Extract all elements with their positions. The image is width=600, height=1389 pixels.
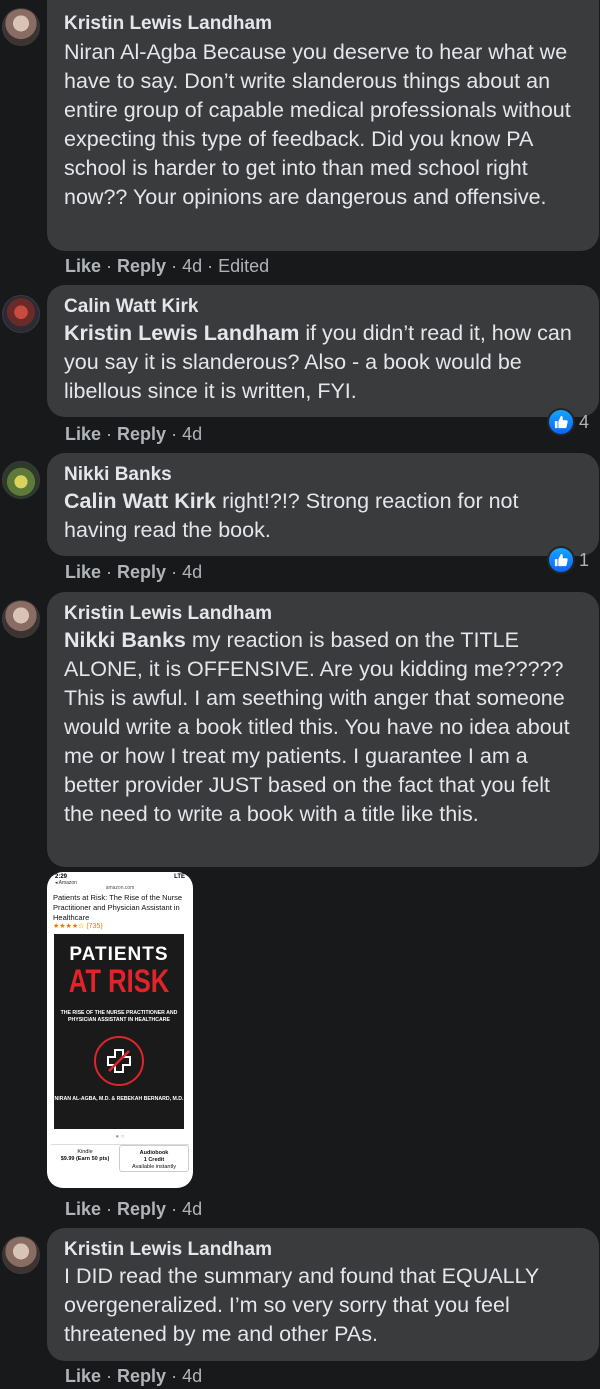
comment-text: I DID read the summary and found that EQ… bbox=[64, 1264, 539, 1346]
browser-url: amazon.com bbox=[105, 885, 135, 891]
comment-author[interactable]: Kristin Lewis Landham bbox=[64, 12, 583, 36]
product-rating: ★★★★☆ (735) bbox=[53, 923, 103, 930]
cover-subtitle: THE RISE OF THE NURSE PRACTITIONER AND P… bbox=[60, 1010, 178, 1023]
avatar[interactable] bbox=[2, 1236, 40, 1274]
reaction-count: 4 bbox=[579, 411, 590, 432]
mention-link[interactable]: Calin Watt Kirk bbox=[64, 489, 216, 513]
cover-title-line2: AT RISK bbox=[68, 963, 170, 999]
comment-time[interactable]: 4d bbox=[182, 1366, 202, 1386]
like-button[interactable]: Like bbox=[65, 562, 101, 582]
comment-time[interactable]: 4d bbox=[182, 256, 202, 276]
comment-bubble: Calin Watt Kirk Kristin Lewis Landham if… bbox=[47, 285, 599, 417]
comment-bubble: Kristin Lewis Landham I DID read the sum… bbox=[47, 1228, 599, 1361]
format-audiobook: Audiobook 1 Credit Available instantly bbox=[119, 1145, 189, 1172]
format-kindle: Kindle $9.99 (Earn 50 pts) bbox=[60, 1149, 110, 1162]
avatar[interactable] bbox=[2, 295, 40, 333]
comment-author[interactable]: Calin Watt Kirk bbox=[64, 295, 583, 319]
comment-time[interactable]: 4d bbox=[182, 424, 202, 444]
comment-time[interactable]: 4d bbox=[182, 562, 202, 582]
reply-button[interactable]: Reply bbox=[117, 256, 166, 276]
comment-text: Calin Watt Kirk right!?!? Strong reactio… bbox=[64, 489, 519, 542]
like-button[interactable]: Like bbox=[65, 424, 101, 444]
like-button[interactable]: Like bbox=[65, 1199, 101, 1219]
comment-text: Niran Al-Agba Because you deserve to hea… bbox=[64, 40, 571, 209]
thumbs-up-icon bbox=[547, 546, 575, 574]
comment-bubble: Kristin Lewis Landham Niran Al-Agba Beca… bbox=[47, 0, 599, 251]
avatar[interactable] bbox=[2, 461, 40, 499]
comment-actions: Like · Reply · 4d · Edited bbox=[65, 256, 270, 276]
comment-text: Nikki Banks my reaction is based on the … bbox=[64, 628, 570, 826]
reply-button[interactable]: Reply bbox=[117, 424, 166, 444]
reply-button[interactable]: Reply bbox=[117, 562, 166, 582]
thumbs-up-icon bbox=[547, 408, 575, 436]
mention-link[interactable]: Nikki Banks bbox=[64, 628, 186, 652]
reply-button[interactable]: Reply bbox=[117, 1199, 166, 1219]
comment-actions: Like · Reply · 4d bbox=[65, 424, 203, 444]
cover-authors: NIRAN AL-AGBA, M.D. & REBEKAH BERNARD, M… bbox=[54, 1096, 184, 1102]
mention-link[interactable]: Kristin Lewis Landham bbox=[64, 321, 299, 345]
reaction-summary[interactable]: 4 bbox=[547, 408, 589, 436]
comment-text: Kristin Lewis Landham if you didn’t read… bbox=[64, 321, 572, 403]
avatar[interactable] bbox=[2, 600, 40, 638]
comment-author[interactable]: Kristin Lewis Landham bbox=[64, 602, 583, 626]
reply-button[interactable]: Reply bbox=[117, 1366, 166, 1386]
like-button[interactable]: Like bbox=[65, 256, 101, 276]
comment-bubble: Nikki Banks Calin Watt Kirk right!?!? St… bbox=[47, 453, 599, 556]
reaction-summary[interactable]: 1 bbox=[547, 546, 589, 574]
format-options: Kindle $9.99 (Earn 50 pts) Audiobook 1 C… bbox=[51, 1144, 189, 1172]
medical-cross-icon bbox=[94, 1036, 144, 1086]
like-button[interactable]: Like bbox=[65, 1366, 101, 1386]
comment-author[interactable]: Nikki Banks bbox=[64, 463, 583, 487]
comment-actions: Like · Reply · 4d bbox=[65, 1366, 203, 1386]
product-title: Patients at Risk: The Rise of the Nurse … bbox=[53, 893, 183, 922]
comment-author[interactable]: Kristin Lewis Landham bbox=[64, 1238, 583, 1262]
carousel-dots: ● ○ bbox=[115, 1134, 125, 1140]
book-cover: PATIENTS AT RISK THE RISE OF THE NURSE P… bbox=[54, 934, 184, 1129]
edited-label: Edited bbox=[218, 256, 270, 276]
comment-bubble: Kristin Lewis Landham Nikki Banks my rea… bbox=[47, 592, 599, 867]
comment-actions: Like · Reply · 4d bbox=[65, 562, 203, 582]
attached-image[interactable]: 2:29 LTE ◂ Amazon amazon.com Patients at… bbox=[47, 872, 193, 1188]
avatar[interactable] bbox=[2, 8, 40, 46]
reaction-count: 1 bbox=[579, 549, 590, 570]
comment-time[interactable]: 4d bbox=[182, 1199, 202, 1219]
comment-actions: Like · Reply · 4d bbox=[65, 1199, 203, 1219]
